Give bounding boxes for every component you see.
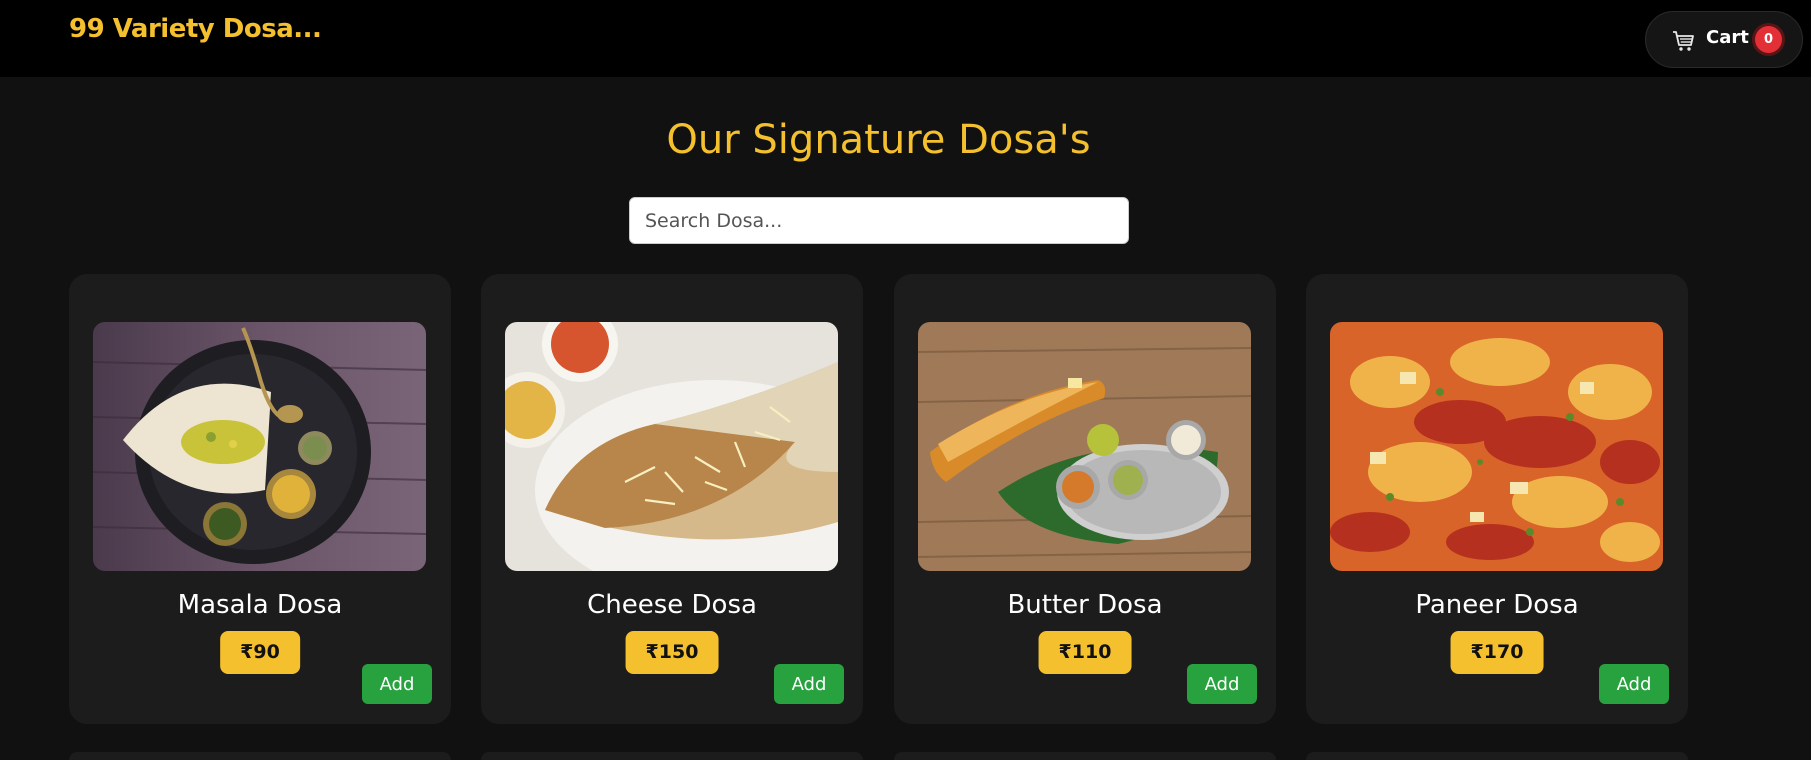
- shopping-cart-icon: [1673, 31, 1694, 51]
- product-price: ₹110: [1038, 631, 1132, 674]
- product-card-paneer-dosa: Paneer Dosa ₹170 Add: [1306, 274, 1688, 724]
- product-price: ₹150: [625, 631, 719, 674]
- product-card-cheese-dosa: Cheese Dosa ₹150 Add: [481, 274, 863, 724]
- product-image-cheese-dosa: [505, 322, 838, 571]
- product-card-butter-dosa: Butter Dosa ₹110 Add: [894, 274, 1276, 724]
- search-input[interactable]: [629, 197, 1129, 244]
- product-name: Masala Dosa: [177, 590, 343, 620]
- product-card-masala-dosa: Masala Dosa ₹90 Add: [69, 274, 451, 724]
- add-to-cart-button-paneer-dosa[interactable]: Add: [1599, 664, 1669, 704]
- product-card-next-row: [481, 752, 863, 760]
- product-image-paneer-dosa: [1330, 322, 1663, 571]
- product-image-butter-dosa: [918, 322, 1251, 571]
- cart-label: Cart: [1706, 27, 1749, 48]
- add-to-cart-button-cheese-dosa[interactable]: Add: [774, 664, 844, 704]
- product-card-next-row: [69, 752, 451, 760]
- top-navbar: 99 Variety Dosa... Cart 0: [0, 0, 1811, 77]
- brand-logo-text[interactable]: 99 Variety Dosa...: [69, 14, 322, 44]
- cart-button[interactable]: Cart 0: [1645, 11, 1803, 68]
- product-image-masala-dosa: [93, 322, 426, 571]
- product-price: ₹90: [220, 631, 300, 674]
- cart-count-badge: 0: [1755, 26, 1782, 53]
- product-price: ₹170: [1450, 631, 1544, 674]
- product-name: Cheese Dosa: [587, 590, 757, 620]
- product-name: Butter Dosa: [1007, 590, 1163, 620]
- product-card-next-row: [894, 752, 1276, 760]
- page-title: Our Signature Dosa's: [666, 117, 1091, 163]
- product-name: Paneer Dosa: [1415, 590, 1579, 620]
- add-to-cart-button-masala-dosa[interactable]: Add: [362, 664, 432, 704]
- add-to-cart-button-butter-dosa[interactable]: Add: [1187, 664, 1257, 704]
- product-card-next-row: [1306, 752, 1688, 760]
